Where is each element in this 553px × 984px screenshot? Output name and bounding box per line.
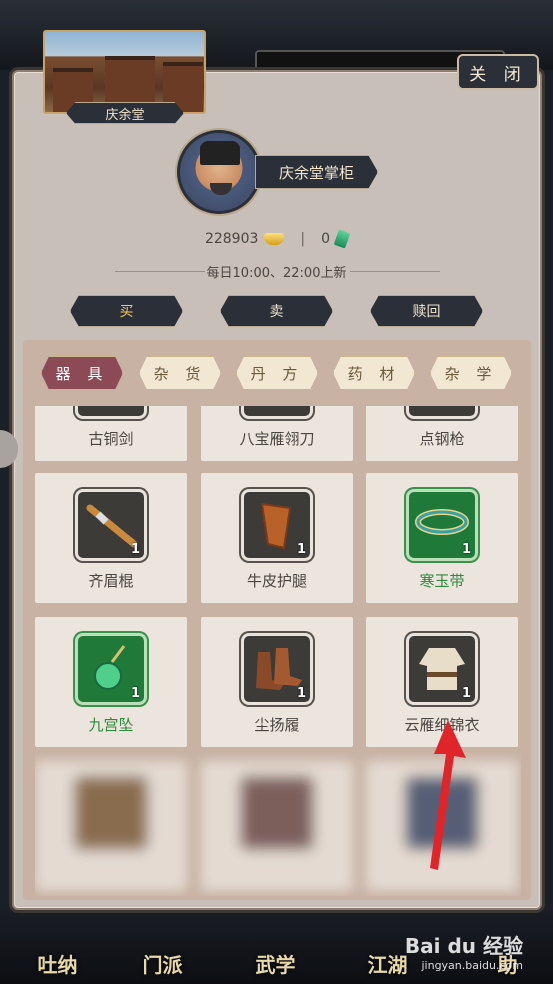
- goods-item[interactable]: 1 牛皮护腿: [201, 473, 353, 603]
- item-name: 九宫坠: [88, 716, 134, 734]
- goods-item[interactable]: 1 九宫坠: [35, 617, 187, 747]
- nav-tuna[interactable]: 吐纳: [10, 920, 105, 984]
- watermark: Bai du 经验 jingyan.baidu.com: [405, 930, 523, 972]
- divider-right: [350, 271, 440, 272]
- close-button[interactable]: 关 闭: [457, 54, 539, 90]
- saber-icon: [241, 406, 313, 419]
- item-name: 牛皮护腿: [246, 572, 307, 590]
- refresh-time: 每日10:00、22:00上新: [206, 266, 347, 281]
- item-icon: [75, 777, 147, 849]
- buy-button[interactable]: 买: [70, 295, 183, 327]
- redeem-button[interactable]: 赎回: [370, 295, 483, 327]
- item-name: 尘扬履: [254, 716, 300, 734]
- item-name: 古铜剑: [88, 430, 134, 448]
- goods-item[interactable]: 点钢枪: [366, 406, 518, 461]
- nav-menpai[interactable]: 门派: [115, 920, 210, 984]
- goods-item[interactable]: 1 尘扬履: [201, 617, 353, 747]
- robe-icon: 1: [406, 633, 478, 705]
- watermark-url: jingyan.baidu.com: [421, 959, 523, 972]
- gold-amount: 228903: [204, 231, 259, 247]
- item-qty: 1: [461, 542, 471, 557]
- item-qty: 1: [296, 686, 306, 701]
- jade-icon: [333, 229, 351, 249]
- sword-icon: [75, 406, 147, 419]
- jade-amount: 0: [321, 231, 331, 247]
- tab-yaocai[interactable]: 药 材: [333, 356, 415, 390]
- goods-item[interactable]: [35, 761, 187, 891]
- tab-danfang[interactable]: 丹 方: [236, 356, 318, 390]
- staff-icon: 1: [75, 489, 147, 561]
- tab-zahuo[interactable]: 杂 货: [139, 356, 221, 390]
- gold-ingot-icon: [264, 233, 285, 245]
- goods-item[interactable]: 八宝雁翎刀: [201, 406, 353, 461]
- item-name: 八宝雁翎刀: [239, 430, 315, 448]
- watermark-brand: Bai du 经验: [404, 934, 523, 958]
- boots-icon: 1: [241, 633, 313, 705]
- item-name: 寒玉带: [419, 572, 465, 590]
- goods-item[interactable]: 1 齐眉棍: [35, 473, 187, 603]
- currency-bar: 228903 | 0: [0, 228, 553, 250]
- spear-icon: [406, 406, 478, 419]
- item-qty: 1: [461, 686, 471, 701]
- npc-avatar: [177, 130, 261, 214]
- arrow-annotation-icon: [430, 720, 466, 870]
- nav-wuxue[interactable]: 武学: [228, 920, 323, 984]
- sell-button[interactable]: 卖: [220, 295, 333, 327]
- item-qty: 1: [130, 686, 140, 701]
- item-icon: [241, 777, 313, 849]
- tab-zaxue[interactable]: 杂 学: [430, 356, 512, 390]
- item-qty: 1: [296, 542, 306, 557]
- pendant-icon: 1: [75, 633, 147, 705]
- goods-item[interactable]: 古铜剑: [35, 406, 187, 461]
- shop-name-label: 庆余堂: [66, 102, 184, 124]
- npc-name-label: 庆余堂掌柜: [255, 155, 378, 189]
- leggings-icon: 1: [241, 489, 313, 561]
- tab-qiju[interactable]: 器 具: [41, 356, 123, 390]
- shop-image: [43, 30, 206, 114]
- item-name: 点钢枪: [419, 430, 465, 448]
- item-qty: 1: [130, 542, 140, 557]
- divider: |: [300, 231, 306, 247]
- item-name: 齐眉棍: [88, 572, 134, 590]
- goods-item[interactable]: 1 寒玉带: [366, 473, 518, 603]
- goods-item[interactable]: [201, 761, 353, 891]
- jade-belt-icon: 1: [406, 489, 478, 561]
